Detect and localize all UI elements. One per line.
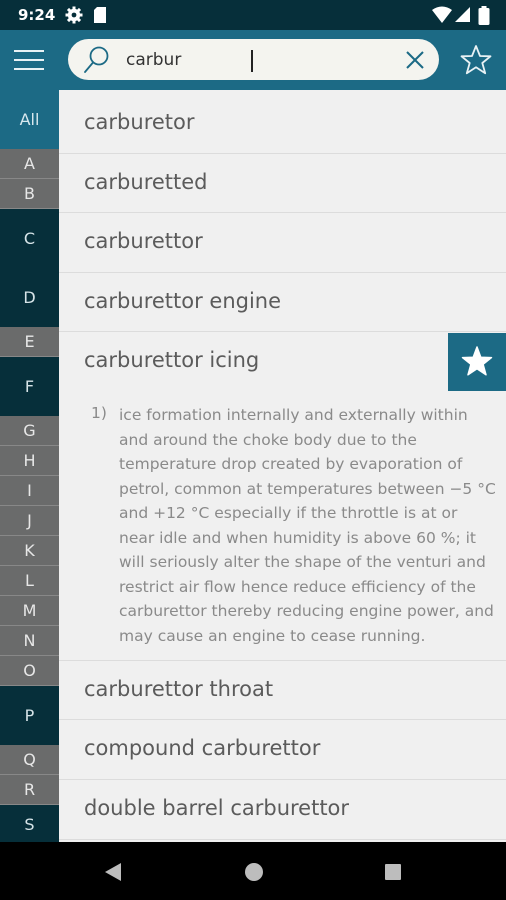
index-letter-g[interactable]: G bbox=[0, 416, 59, 446]
result-row[interactable]: carburetted bbox=[59, 154, 506, 213]
definition-number: 1) bbox=[91, 404, 107, 422]
search-box[interactable] bbox=[68, 39, 439, 80]
battery-icon bbox=[478, 6, 490, 25]
circle-home-icon[interactable] bbox=[244, 862, 264, 882]
sd-card-icon bbox=[94, 7, 106, 23]
index-letter-r[interactable]: R bbox=[0, 775, 59, 805]
result-term: carburetted bbox=[84, 170, 208, 194]
index-letter-i[interactable]: I bbox=[0, 476, 59, 506]
index-letter-h[interactable]: H bbox=[0, 446, 59, 476]
index-letter-k[interactable]: K bbox=[0, 536, 59, 566]
index-letter-d[interactable]: D bbox=[0, 268, 59, 327]
wifi-icon bbox=[432, 6, 452, 23]
results-list: carburetor carburetted carburettor carbu… bbox=[59, 90, 506, 842]
star-filled-icon bbox=[461, 346, 493, 376]
index-letter-f[interactable]: F bbox=[0, 357, 59, 416]
hamburger-menu-icon[interactable] bbox=[14, 47, 46, 73]
result-row[interactable]: compound carburettor bbox=[59, 720, 506, 780]
index-letter-m[interactable]: M bbox=[0, 596, 59, 626]
add-favorite-button[interactable] bbox=[448, 333, 506, 391]
result-term: carburettor engine bbox=[84, 289, 282, 313]
index-letter-b[interactable]: B bbox=[0, 179, 59, 209]
index-letter-e[interactable]: E bbox=[0, 327, 59, 357]
cellular-signal-icon bbox=[455, 7, 470, 22]
result-term: double barrel carburettor bbox=[84, 796, 350, 820]
index-letter-a[interactable]: A bbox=[0, 149, 59, 179]
search-input[interactable] bbox=[126, 47, 396, 73]
result-term: carburettor bbox=[84, 229, 203, 253]
status-time: 9:24 bbox=[18, 6, 56, 24]
magnifier-icon bbox=[84, 46, 109, 73]
status-bar: 9:24 bbox=[0, 0, 506, 30]
result-row[interactable]: double barrel carburettor bbox=[59, 780, 506, 840]
index-letter-c[interactable]: C bbox=[0, 209, 59, 268]
definition-text: ice formation internally and externally … bbox=[119, 406, 496, 645]
index-letter-q[interactable]: Q bbox=[0, 745, 59, 775]
index-letter-j[interactable]: J bbox=[0, 506, 59, 536]
square-recents-icon[interactable] bbox=[384, 863, 402, 881]
index-letter-o[interactable]: O bbox=[0, 656, 59, 686]
result-row[interactable]: carburetor bbox=[59, 90, 506, 154]
result-term: compound carburettor bbox=[84, 736, 321, 760]
result-term: carburettor icing bbox=[84, 348, 260, 372]
close-icon[interactable] bbox=[405, 50, 425, 70]
text-caret bbox=[251, 50, 253, 72]
index-letter-l[interactable]: L bbox=[0, 566, 59, 596]
result-row[interactable]: carburettor engine bbox=[59, 273, 506, 332]
index-letter-s[interactable]: S bbox=[0, 805, 59, 842]
result-row-expanded[interactable]: carburettor icing 1) ice formation inter… bbox=[59, 332, 506, 661]
app-bar bbox=[0, 30, 506, 90]
index-letter-n[interactable]: N bbox=[0, 626, 59, 656]
result-row[interactable]: carburettor bbox=[59, 213, 506, 273]
favorites-star-icon[interactable] bbox=[460, 44, 492, 76]
triangle-back-icon[interactable] bbox=[103, 862, 123, 882]
result-row[interactable]: carburettor throat bbox=[59, 661, 506, 720]
result-term: carburetor bbox=[84, 110, 195, 134]
settings-gear-icon bbox=[65, 6, 83, 24]
index-letter-p[interactable]: P bbox=[0, 686, 59, 745]
system-navigation-bar bbox=[0, 842, 506, 900]
result-term: carburettor throat bbox=[84, 677, 274, 701]
index-all-label: All bbox=[19, 110, 40, 129]
alphabet-index: All A B C D E F G H I J K L M N O P Q R … bbox=[0, 90, 59, 842]
index-all[interactable]: All bbox=[0, 90, 59, 149]
